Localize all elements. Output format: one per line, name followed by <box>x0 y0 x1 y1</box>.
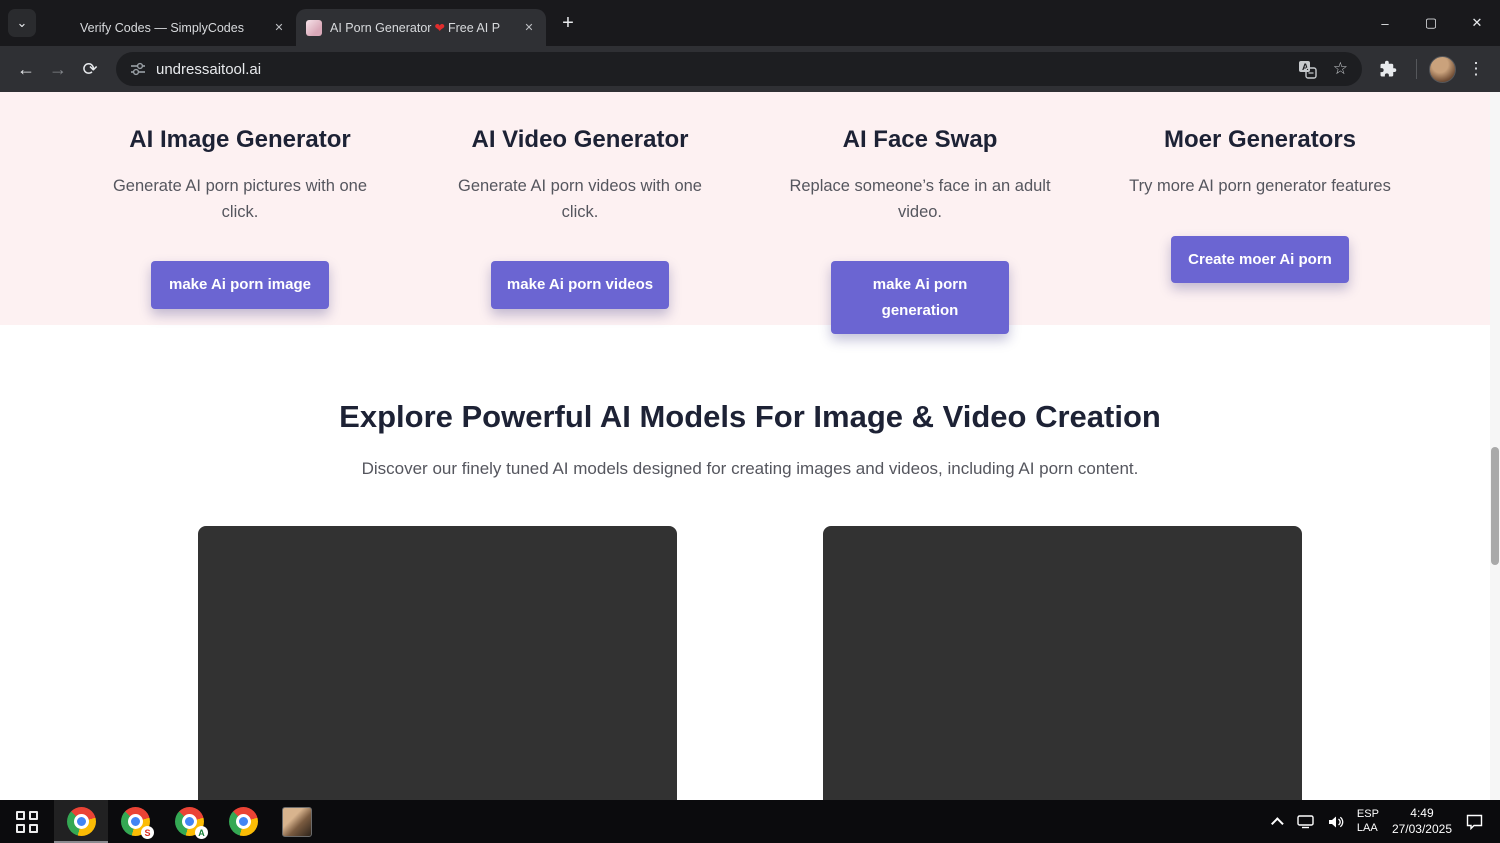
section-subtitle: Discover our finely tuned AI models desi… <box>361 459 1139 478</box>
tab-simplycodes[interactable]: Verify Codes — SimplyCodes ✕ <box>46 9 298 46</box>
browser-menu-icon[interactable]: ⋮ <box>1462 59 1490 79</box>
chrome-icon <box>228 807 258 836</box>
system-tray: ESP LAA 4:49 27/03/2025 <box>1270 800 1500 843</box>
tab-title: AI Porn Generator ❤ Free AI P <box>330 21 501 35</box>
tab-ai-generator[interactable]: AI Porn Generator ❤ Free AI P ✕ <box>296 9 546 46</box>
model-card-right[interactable] <box>823 526 1302 800</box>
scrollbar-thumb[interactable] <box>1491 447 1499 565</box>
close-tab-icon[interactable]: ✕ <box>270 19 288 37</box>
profile-avatar[interactable] <box>1429 55 1456 83</box>
window-controls: – ▢ ✕ <box>1362 0 1500 46</box>
taskbar-chrome-4[interactable] <box>216 800 270 843</box>
models-section: Explore Powerful AI Models For Image & V… <box>0 325 1500 800</box>
tab-title: Verify Codes — SimplyCodes <box>80 20 244 35</box>
feature-title: AI Face Swap <box>842 126 998 153</box>
address-bar[interactable]: undressaitool.ai A ☆ <box>116 52 1362 86</box>
taskbar-chrome-1[interactable] <box>54 800 108 843</box>
page-viewport: AI Image Generator Generate AI porn pict… <box>0 92 1500 800</box>
profile-badge: S <box>141 826 154 839</box>
tab-search-button[interactable]: ⌄ <box>8 9 36 37</box>
grid-icon <box>16 810 38 833</box>
taskbar-chrome-2[interactable]: S <box>108 800 162 843</box>
feature-column-faceswap: AI Face Swap Replace someone’s face in a… <box>750 126 1090 335</box>
create-more-button[interactable]: Create moer Ai porn <box>1171 235 1349 284</box>
clock-date: 27/03/2025 <box>1391 821 1452 836</box>
site-favicon-icon <box>306 19 322 36</box>
tab-strip: ⌄ Verify Codes — SimplyCodes ✕ AI Porn G… <box>0 0 1500 46</box>
chrome-icon <box>66 807 96 836</box>
feature-description: Generate AI porn pictures with one click… <box>112 177 368 221</box>
model-cards-row <box>198 526 1302 800</box>
url-text: undressaitool.ai <box>156 60 262 78</box>
toolbar-divider <box>1416 59 1417 79</box>
make-video-button[interactable]: make Ai porn videos <box>491 261 669 309</box>
notification-center-icon[interactable] <box>1465 813 1484 830</box>
features-section: AI Image Generator Generate AI porn pict… <box>0 92 1500 335</box>
make-generation-button[interactable]: make Ai porn generation <box>831 261 1009 335</box>
extensions-puzzle-icon[interactable] <box>1372 53 1404 85</box>
profile-badge: A <box>195 826 208 839</box>
new-tab-button[interactable]: + <box>554 9 582 37</box>
windows-taskbar: S A ESP LAA 4:49 27/03/2025 <box>0 800 1500 843</box>
feature-column-image: AI Image Generator Generate AI porn pict… <box>70 126 410 325</box>
clock-time: 4:49 <box>1410 805 1434 820</box>
taskbar-chrome-3[interactable]: A <box>162 800 216 843</box>
reload-button[interactable]: ⟳ <box>74 53 106 85</box>
feature-column-more: Moer Generators Try more AI porn generat… <box>1090 126 1430 325</box>
feature-title: AI Image Generator <box>129 126 351 153</box>
chevron-down-icon: ⌄ <box>16 15 28 30</box>
speaker-icon[interactable] <box>1327 814 1344 830</box>
model-card-left[interactable] <box>198 526 677 800</box>
feature-description: Try more AI porn generator features <box>1129 177 1391 195</box>
heart-icon: ❤ <box>434 21 445 35</box>
forward-button[interactable]: → <box>42 53 74 85</box>
clock[interactable]: 4:49 27/03/2025 <box>1392 806 1452 837</box>
site-settings-icon[interactable] <box>130 61 146 77</box>
language-indicator[interactable]: ESP LAA <box>1357 808 1379 836</box>
photo-thumbnail-icon <box>282 806 312 837</box>
app-grid-button[interactable] <box>0 800 54 843</box>
chevron-up-icon <box>1270 817 1284 830</box>
window-maximize-button[interactable]: ▢ <box>1408 0 1454 46</box>
toolbar-right-cluster: ⋮ <box>1372 53 1490 85</box>
section-title: Explore Powerful AI Models For Image & V… <box>339 399 1161 434</box>
language-line-1: ESP <box>1356 807 1379 820</box>
language-line-2: LAA <box>1356 821 1378 834</box>
feature-description: Replace someone’s face in an adult video… <box>789 177 1051 221</box>
window-minimize-button[interactable]: – <box>1362 0 1408 46</box>
page-scrollbar[interactable] <box>1490 92 1500 800</box>
taskbar-photo-app[interactable] <box>270 800 324 843</box>
feature-title: AI Video Generator <box>471 126 689 153</box>
feature-title: Moer Generators <box>1163 126 1357 153</box>
simplycodes-favicon-icon <box>56 20 72 36</box>
feature-column-video: AI Video Generator Generate AI porn vide… <box>410 126 750 325</box>
browser-toolbar: ← → ⟳ undressaitool.ai A ☆ ⋮ <box>0 46 1500 92</box>
bookmark-star-icon[interactable]: ☆ <box>1333 59 1348 79</box>
display-icon[interactable] <box>1297 814 1314 829</box>
make-image-button[interactable]: make Ai porn image <box>151 261 329 309</box>
tray-expand-button[interactable] <box>1270 817 1284 830</box>
feature-description: Generate AI porn videos with one click. <box>458 177 702 221</box>
close-tab-icon[interactable]: ✕ <box>520 19 538 37</box>
translate-icon[interactable]: A <box>1298 60 1317 79</box>
back-button[interactable]: ← <box>10 53 42 85</box>
window-close-button[interactable]: ✕ <box>1454 0 1500 46</box>
